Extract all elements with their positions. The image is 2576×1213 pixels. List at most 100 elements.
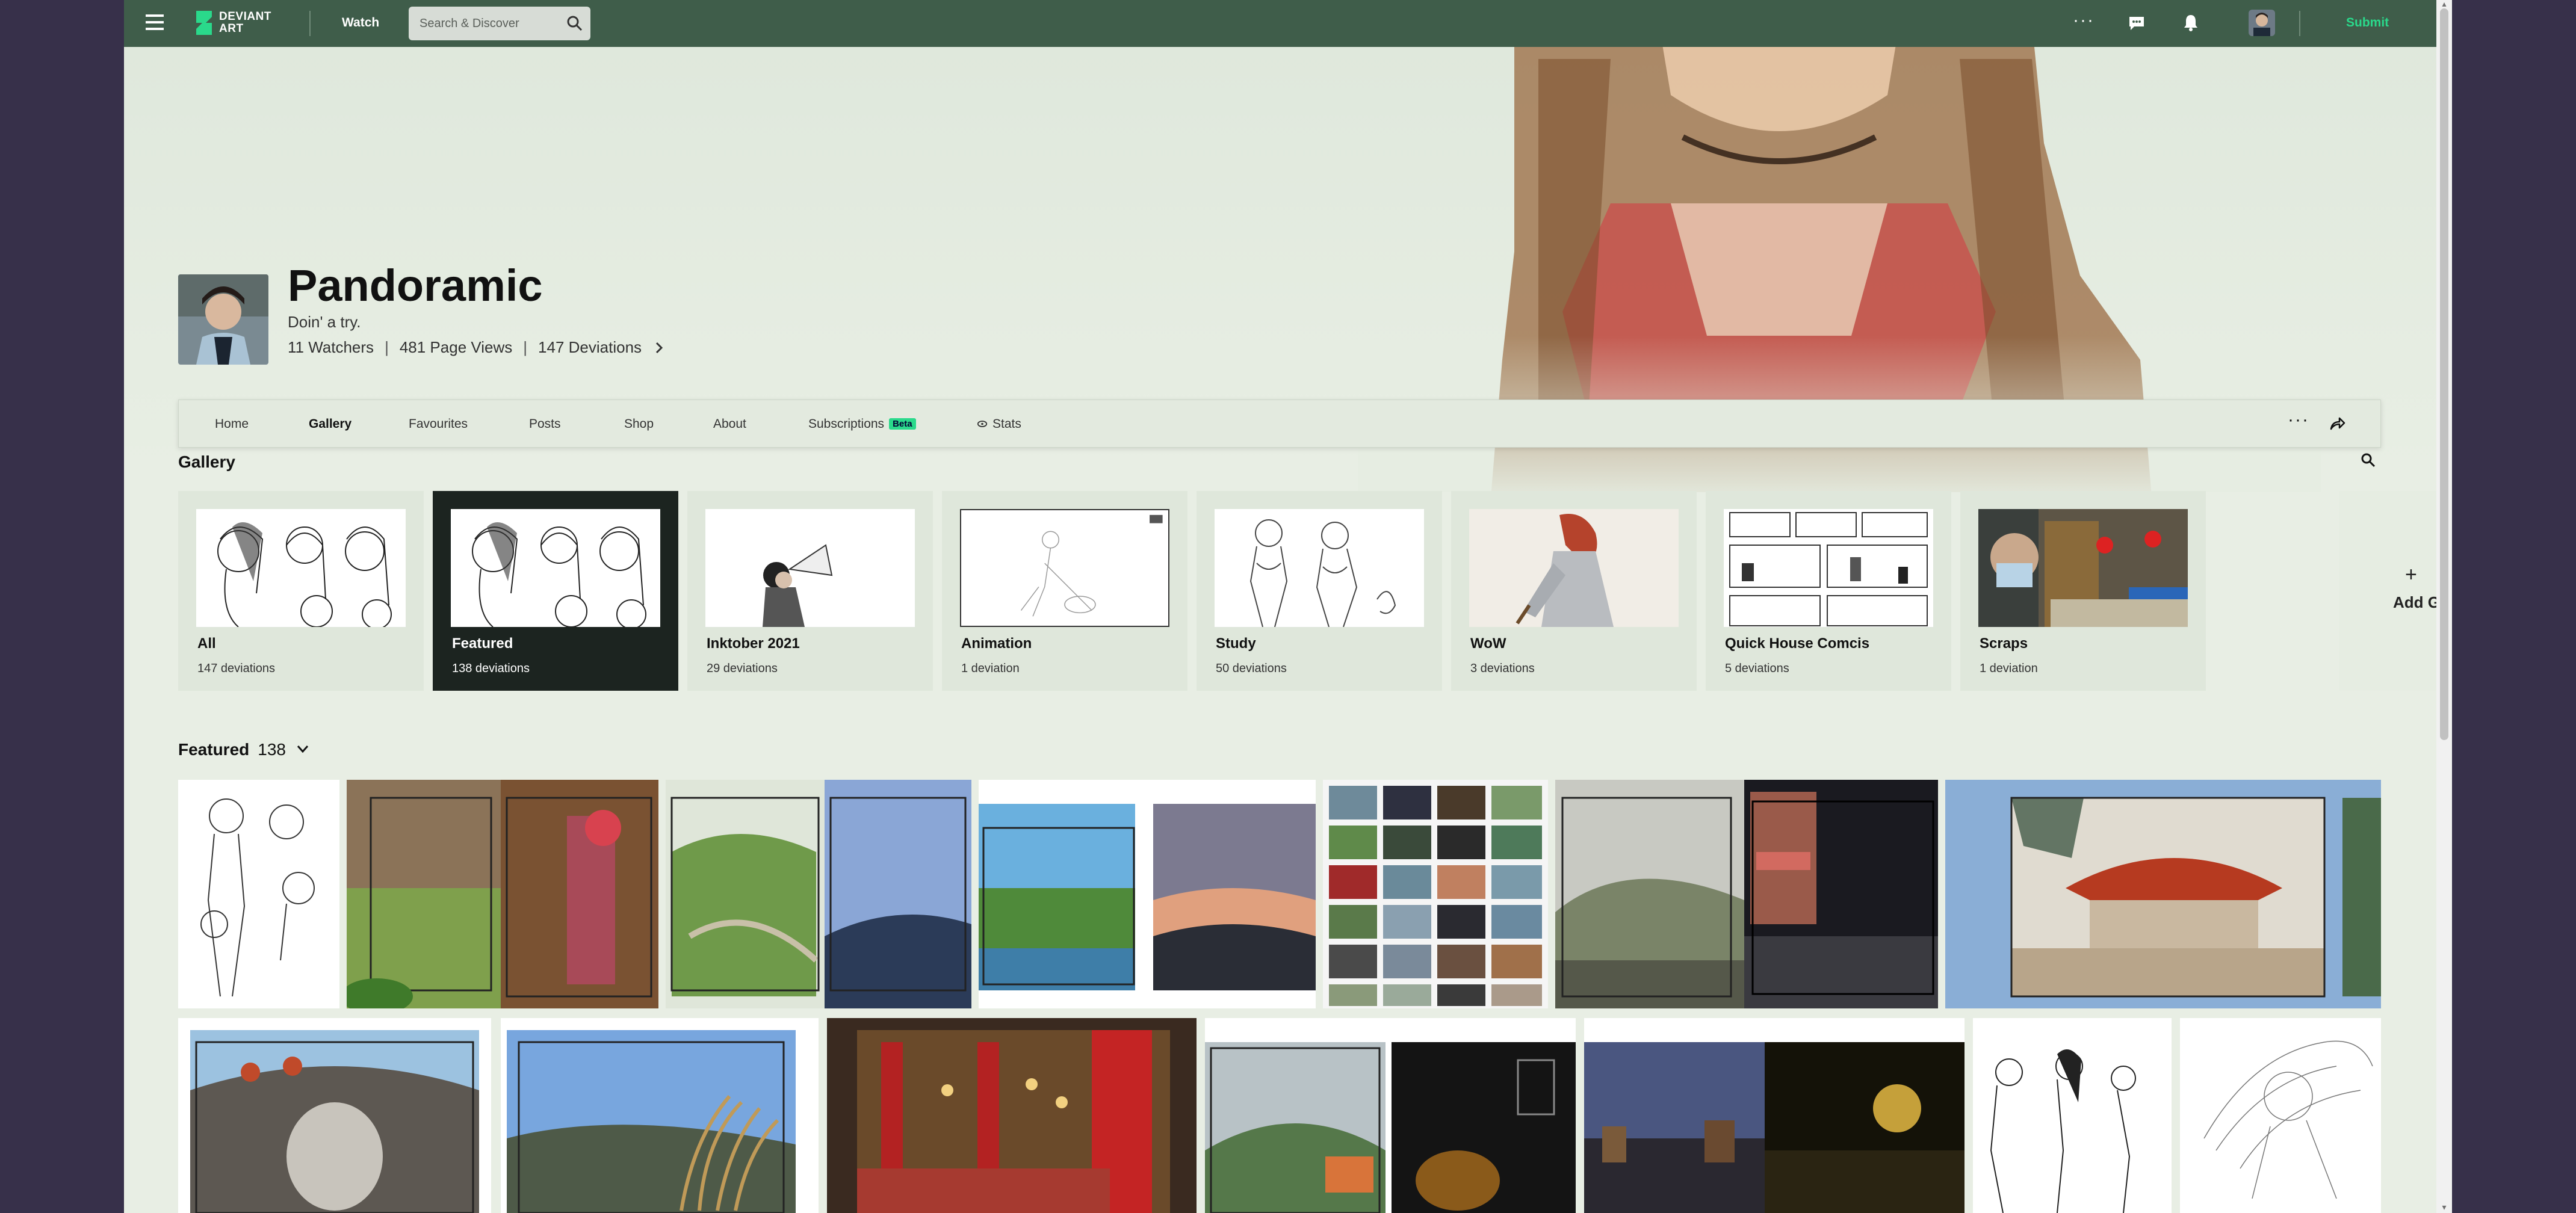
sketch-artwork-image [200,798,315,997]
search-input[interactable] [420,7,564,40]
figure-sketch-image [1990,1049,2136,1213]
deviation-thumbnail[interactable] [501,1018,819,1213]
folder-count: 1 deviation [961,662,1020,675]
folder-count: 29 deviations [707,662,778,675]
scrollbar[interactable]: ▴ ▾ [2436,0,2452,1213]
deviation-thumbnail[interactable] [178,780,339,1008]
featured-title: Featured [178,740,250,759]
deviation-thumbnail[interactable] [827,1018,1197,1213]
folder-wow[interactable]: WoW 3 deviations [1451,491,1697,691]
chat-icon[interactable] [2128,16,2145,31]
folder-name: Scraps [1980,635,2028,652]
folder-thumbnail [705,509,915,627]
tab-about[interactable]: About [713,417,746,431]
deviation-thumbnail[interactable] [1555,780,1744,1008]
divider [2299,11,2300,36]
figure-study-thumbnail-image [1249,519,1396,627]
wow-character-thumbnail-image [1516,514,1614,627]
comic-thumbnail-image [1729,512,1928,626]
folder-count: 5 deviations [1725,662,1789,675]
deviation-thumbnail[interactable] [825,780,971,1008]
profile-tagline: Doin' a try. [288,313,361,331]
deviantart-logo[interactable]: DEVIANT ART [194,8,284,39]
share-icon[interactable] [2329,416,2345,431]
scroll-up-arrow-icon[interactable]: ▴ [2441,0,2448,8]
sky-painting-image [825,780,971,1008]
featured-count: 138 [258,740,286,759]
separator: | [523,338,528,356]
submit-button[interactable]: Submit [2346,16,2389,30]
user-avatar-image [2249,10,2275,36]
search-icon[interactable] [566,15,583,32]
deviation-thumbnail[interactable] [979,780,1316,1008]
folder-thumbnail [960,509,1169,627]
lake-and-sunset-paintings-image [979,804,1316,990]
sketch-thumbnail-image [472,522,646,627]
deviation-grid [178,780,2381,1213]
add-gallery-button[interactable]: + Add Gallery [2339,491,2436,691]
gallery-folders: All 147 deviations Featured 138 deviatio… [178,491,2381,691]
folder-thumbnail [1724,509,1933,627]
deviation-thumbnail[interactable] [2180,1018,2381,1213]
folder-name: Inktober 2021 [707,635,800,652]
deviation-thumbnail[interactable] [347,780,501,1008]
separator: | [385,338,389,356]
featured-section-toggle[interactable]: Featured 138 [178,740,309,759]
folder-thumbnail [1215,509,1424,627]
profile-tab-bar: Home Gallery Favourites Posts Shop About… [178,400,2381,448]
notifications-bell-icon[interactable] [2182,13,2199,32]
folder-animation[interactable]: Animation 1 deviation [942,491,1187,691]
chevron-down-icon [297,745,309,753]
more-options-icon[interactable]: ··· [2073,11,2095,29]
more-options-icon[interactable]: ··· [2288,411,2309,429]
top-navigation-bar: DEVIANT ART Watch ··· [124,0,2436,47]
tab-subscriptions[interactable]: Subscriptions Beta [808,417,916,431]
profile-stats[interactable]: 11 Watchers | 481 Page Views | 147 Deviation… [288,338,663,357]
tab-gallery[interactable]: Gallery [309,417,351,431]
deviation-thumbnail[interactable] [1945,780,2381,1008]
deviation-thumbnail[interactable] [1323,780,1548,1008]
gallery-search-icon[interactable] [2361,452,2376,468]
menu-hamburger-icon[interactable] [146,14,166,32]
deviation-thumbnail[interactable] [1584,1018,1965,1213]
deviation-thumbnail[interactable] [1973,1018,2172,1213]
mountain-and-bronze-paintings-image [1205,1042,1576,1213]
deviation-thumbnail[interactable] [666,780,825,1008]
page-views-count: 481 Page Views [399,338,513,356]
tab-stats[interactable]: Stats [977,417,1021,431]
deviations-count: 147 Deviations [538,338,642,356]
user-avatar[interactable] [2249,10,2275,36]
profile-header: Pandoramic Doin' a try. 11 Watchers | 481 … [124,47,2436,492]
folder-count: 138 deviations [452,662,530,675]
profile-avatar[interactable] [178,274,268,365]
tab-shop[interactable]: Shop [624,417,654,431]
chevron-right-icon [655,342,663,354]
folder-name: WoW [1470,635,1506,652]
tab-home[interactable]: Home [215,417,249,431]
deviantart-logo-icon [196,11,212,35]
scroll-down-arrow-icon[interactable]: ▾ [2441,1203,2448,1211]
line-sketch-image [2203,1040,2373,1199]
scrollbar-thumb[interactable] [2440,8,2448,740]
folder-inktober-2021[interactable]: Inktober 2021 29 deviations [687,491,933,691]
deviation-thumbnail[interactable] [1205,1018,1576,1213]
folder-featured[interactable]: Featured 138 deviations [433,491,678,691]
watch-link[interactable]: Watch [342,16,379,30]
page: DEVIANT ART Watch ··· [124,0,2436,1213]
deviation-thumbnail[interactable] [1744,780,1938,1008]
tab-posts[interactable]: Posts [529,417,561,431]
city-dusk-paintings-image [1584,1042,1965,1213]
folder-scraps[interactable]: Scraps 1 deviation [1960,491,2206,691]
divider [309,11,311,36]
deviation-thumbnail[interactable] [178,1018,491,1213]
tab-favourites[interactable]: Favourites [409,417,468,431]
folder-all[interactable]: All 147 deviations [178,491,424,691]
folder-study[interactable]: Study 50 deviations [1197,491,1442,691]
deviation-thumbnail[interactable] [501,780,658,1008]
mountain-painting-image [1555,780,1744,1008]
folder-name: Animation [961,635,1032,652]
interior-painting-image [501,780,658,1008]
folder-thumbnail [451,509,660,627]
folder-quick-house-comcis[interactable]: Quick House Comcis 5 deviations [1706,491,1951,691]
landscape-painting-image [347,780,501,1008]
